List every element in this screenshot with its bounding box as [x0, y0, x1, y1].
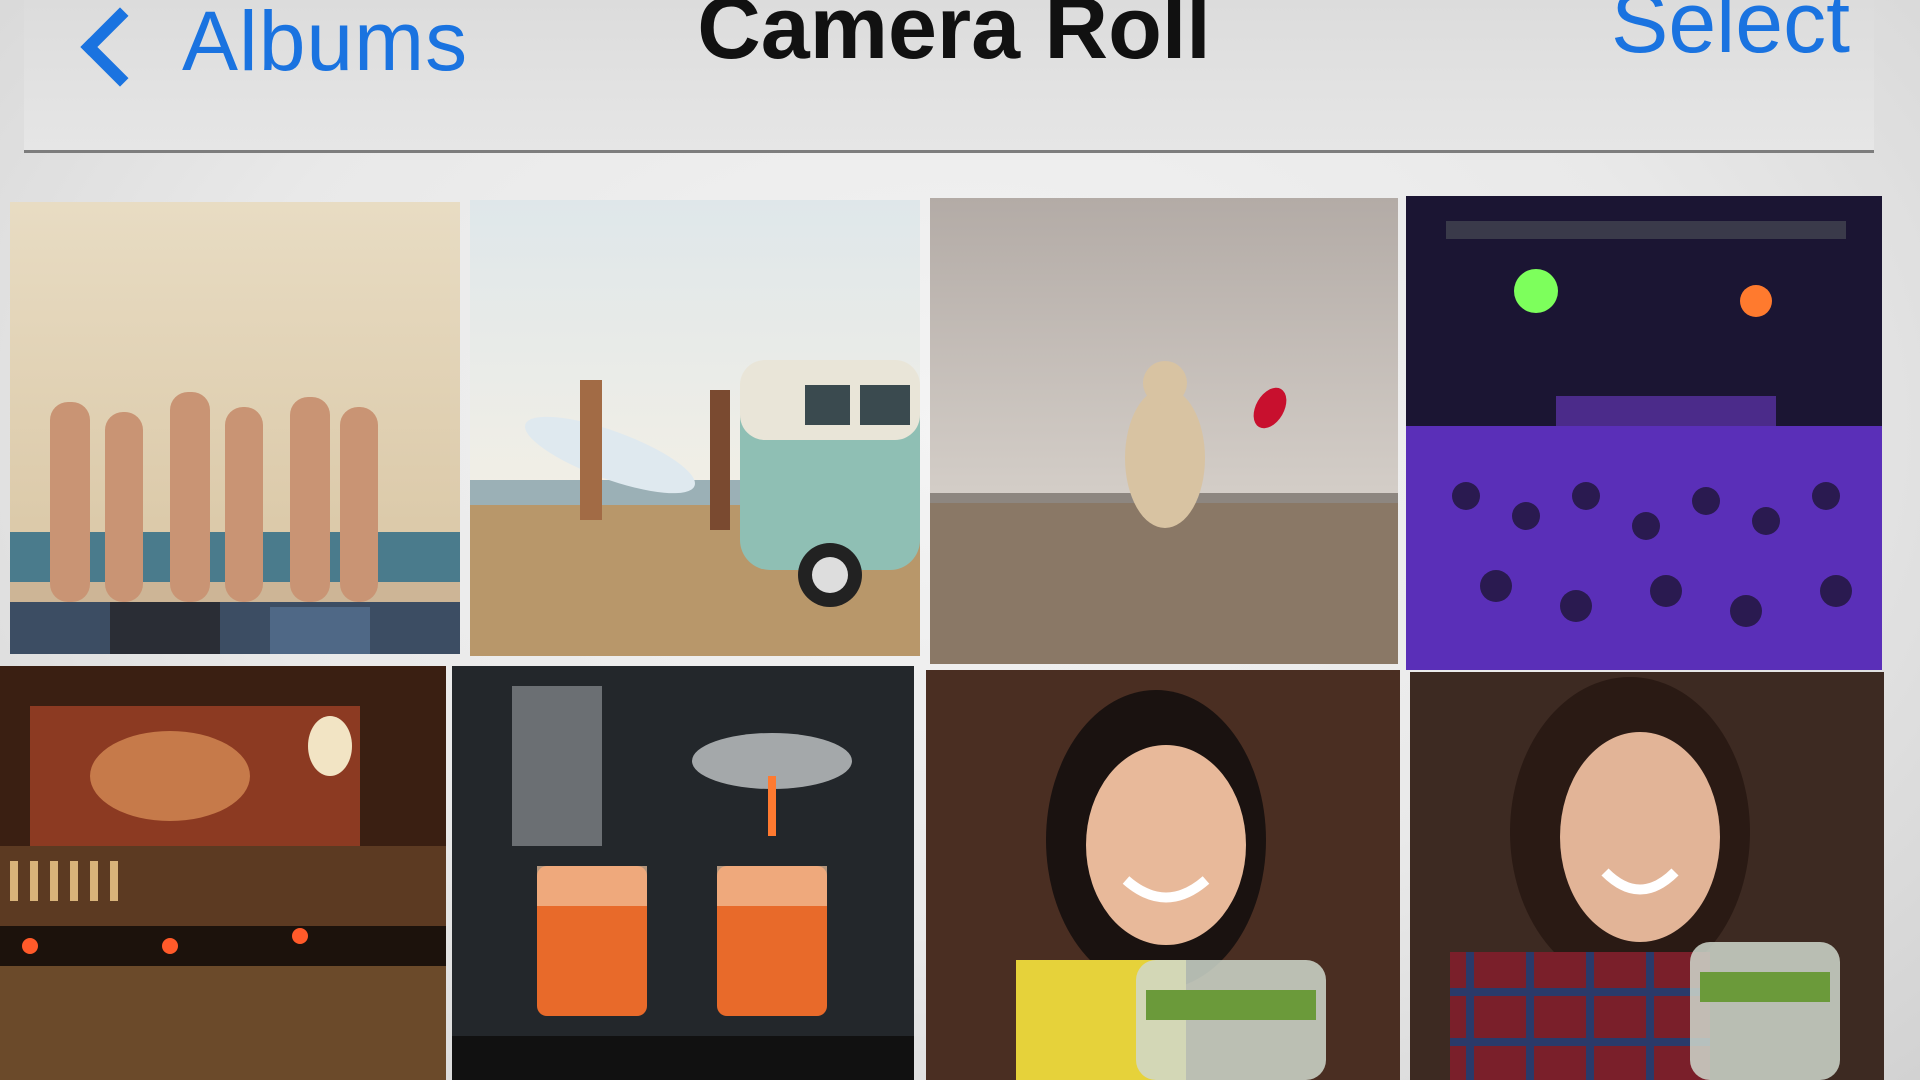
photo-grid — [0, 0, 1920, 1080]
photo-thumbnail-surf-van[interactable] — [470, 200, 920, 656]
camera-roll-screen: Albums Camera Roll Select — [0, 0, 1920, 1080]
photo-thumbnail-woman-plaid[interactable] — [1410, 672, 1884, 1080]
photo-thumbnail-cocktails[interactable] — [452, 666, 914, 1080]
photo-thumbnail-bar-interior[interactable] — [0, 666, 446, 1080]
photo-thumbnail-smiling-woman[interactable] — [926, 670, 1400, 1080]
photo-thumbnail-concert-crowd[interactable] — [1406, 196, 1882, 670]
photo-thumbnail-beach-friends[interactable] — [10, 202, 460, 654]
photo-thumbnail-dog-frisbee[interactable] — [930, 198, 1398, 664]
